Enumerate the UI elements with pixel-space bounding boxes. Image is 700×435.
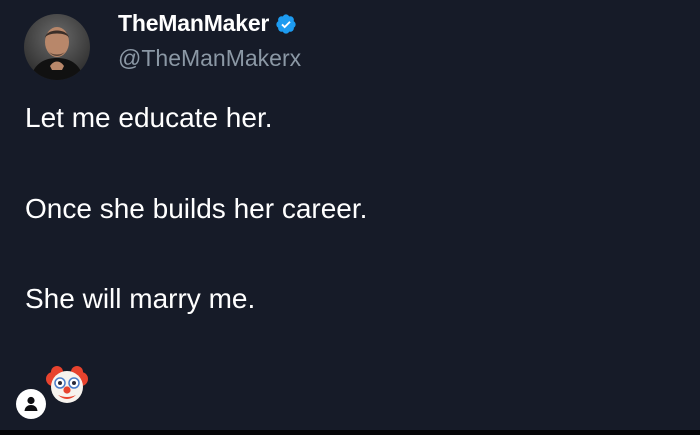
tweet-card: TheManMaker @TheManMakerx Let me educate… xyxy=(0,0,700,430)
author-name-row: TheManMaker xyxy=(118,10,297,37)
bottom-border xyxy=(0,430,700,435)
person-icon[interactable] xyxy=(16,389,46,419)
tweet-text-line-3: She will marry me. xyxy=(25,283,256,314)
author-display-name[interactable]: TheManMaker xyxy=(118,10,269,37)
clown-face-icon xyxy=(45,364,89,408)
avatar-image xyxy=(24,14,90,80)
verified-badge-icon xyxy=(275,13,297,35)
tweet-text-line-2: Once she builds her career. xyxy=(25,193,368,224)
author-avatar[interactable] xyxy=(24,14,90,80)
author-handle[interactable]: @TheManMakerx xyxy=(118,45,301,72)
tweet-text-line-1: Let me educate her. xyxy=(25,102,273,133)
